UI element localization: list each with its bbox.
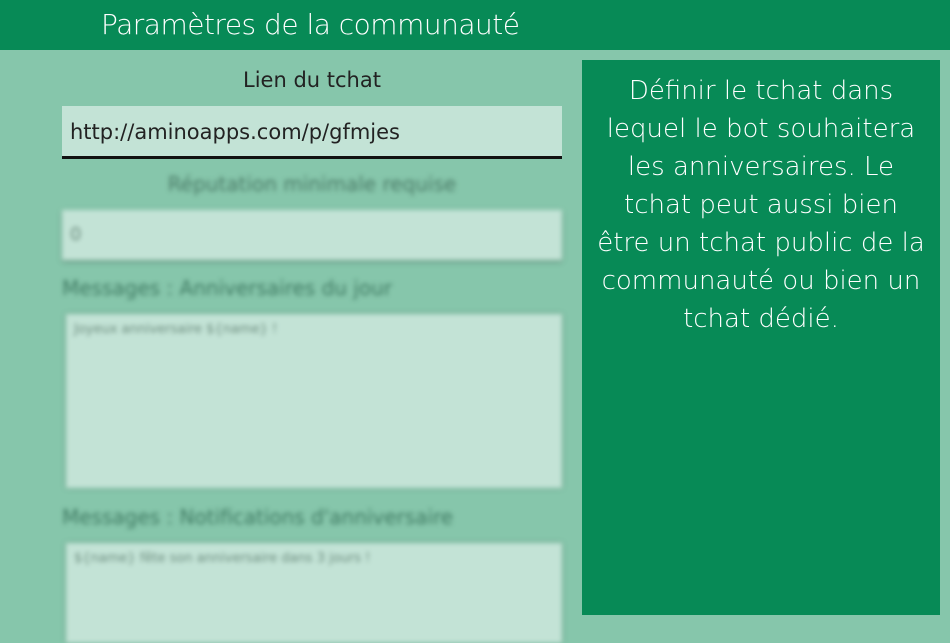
- app-header: Paramètres de la communauté: [0, 0, 950, 50]
- help-text: Définir le tchat dans lequel le bot souh…: [597, 76, 925, 334]
- page-title: Paramètres de la communauté: [101, 8, 520, 41]
- notify-message-label: Messages : Notifications d'anniversaire: [62, 505, 454, 529]
- min-reputation-label: Réputation minimale requise: [167, 172, 457, 196]
- help-panel: Définir le tchat dans lequel le bot souh…: [582, 60, 940, 615]
- today-message-textarea[interactable]: Joyeux anniversaire ${name} !: [66, 314, 562, 488]
- chat-link-label: Lien du tchat: [243, 68, 381, 92]
- min-reputation-input[interactable]: 0: [62, 210, 562, 260]
- today-message-label: Messages : Anniversaires du jour: [62, 276, 392, 300]
- chat-link-input[interactable]: http://aminoapps.com/p/gfmjes: [62, 106, 562, 159]
- notify-message-textarea[interactable]: ${name} fête son anniversaire dans 3 jou…: [66, 543, 562, 643]
